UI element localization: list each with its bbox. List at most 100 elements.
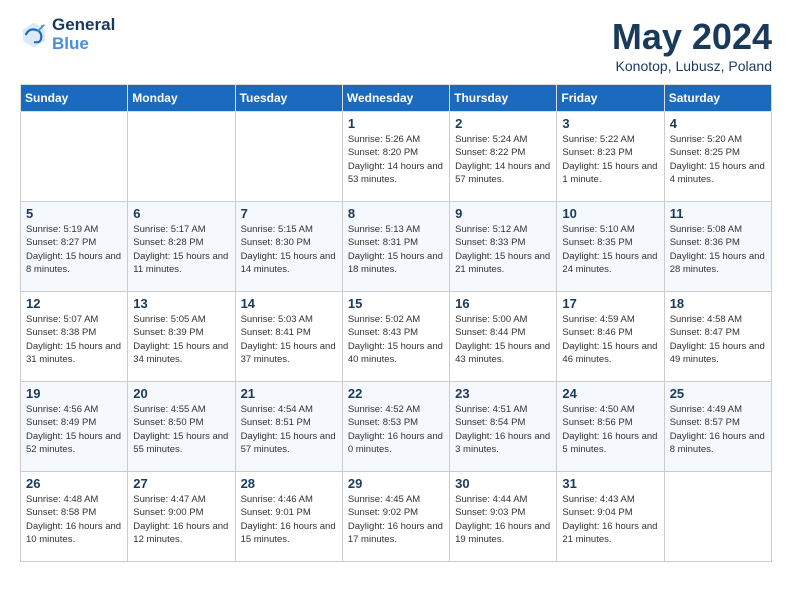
day-info: Sunrise: 4:43 AM Sunset: 9:04 PM Dayligh…: [562, 493, 658, 546]
calendar-day-cell: 17 Sunrise: 4:59 AM Sunset: 8:46 PM Dayli…: [557, 292, 664, 382]
day-number: 11: [670, 206, 766, 221]
calendar-day-cell: 16Sunrise: 5:00 AM Sunset: 8:44 PM Dayli…: [450, 292, 557, 382]
calendar-day-cell: 18 Sunrise: 4:58 AM Sunset: 8:47 PM Dayli…: [664, 292, 771, 382]
header: General Blue May 2024 Konotop, Lubusz, P…: [20, 16, 772, 74]
calendar-day-cell: [235, 112, 342, 202]
day-of-week-header: Monday: [128, 85, 235, 112]
calendar-day-cell: 6Sunrise: 5:17 AM Sunset: 8:28 PM Daylig…: [128, 202, 235, 292]
day-number: 25: [670, 386, 766, 401]
calendar-day-cell: 12 Sunrise: 5:07 AM Sunset: 8:38 PM Dayli…: [21, 292, 128, 382]
day-info: Sunrise: 4:45 AM Sunset: 9:02 PM Dayligh…: [348, 493, 444, 546]
calendar-day-cell: 11 Sunrise: 5:08 AM Sunset: 8:36 PM Dayli…: [664, 202, 771, 292]
calendar-table: SundayMondayTuesdayWednesdayThursdayFrid…: [20, 84, 772, 562]
day-info: Sunrise: 4:56 AM Sunset: 8:49 PM Dayligh…: [26, 403, 122, 456]
day-info: Sunrise: 5:07 AM Sunset: 8:38 PM Dayligh…: [26, 313, 122, 366]
calendar-day-cell: [128, 112, 235, 202]
calendar-day-cell: 9Sunrise: 5:12 AM Sunset: 8:33 PM Daylig…: [450, 202, 557, 292]
page: General Blue May 2024 Konotop, Lubusz, P…: [0, 0, 792, 578]
day-of-week-header: Friday: [557, 85, 664, 112]
day-number: 27: [133, 476, 229, 491]
day-number: 31: [562, 476, 658, 491]
calendar-day-cell: 3 Sunrise: 5:22 AM Sunset: 8:23 PM Daylig…: [557, 112, 664, 202]
day-info: Sunrise: 5:08 AM Sunset: 8:36 PM Dayligh…: [670, 223, 766, 276]
calendar-day-cell: 24Sunrise: 4:50 AM Sunset: 8:56 PM Dayli…: [557, 382, 664, 472]
day-info: Sunrise: 5:24 AM Sunset: 8:22 PM Dayligh…: [455, 133, 551, 186]
day-info: Sunrise: 4:46 AM Sunset: 9:01 PM Dayligh…: [241, 493, 337, 546]
calendar-day-cell: 23 Sunrise: 4:51 AM Sunset: 8:54 PM Dayli…: [450, 382, 557, 472]
day-number: 26: [26, 476, 122, 491]
day-of-week-header: Tuesday: [235, 85, 342, 112]
day-info: Sunrise: 5:13 AM Sunset: 8:31 PM Dayligh…: [348, 223, 444, 276]
calendar-day-cell: 13Sunrise: 5:05 AM Sunset: 8:39 PM Dayli…: [128, 292, 235, 382]
calendar-day-cell: 28 Sunrise: 4:46 AM Sunset: 9:01 PM Dayli…: [235, 472, 342, 562]
day-of-week-header: Saturday: [664, 85, 771, 112]
day-info: Sunrise: 4:48 AM Sunset: 8:58 PM Dayligh…: [26, 493, 122, 546]
day-of-week-header: Wednesday: [342, 85, 449, 112]
day-number: 20: [133, 386, 229, 401]
day-number: 18: [670, 296, 766, 311]
calendar-day-cell: 15 Sunrise: 5:02 AM Sunset: 8:43 PM Dayli…: [342, 292, 449, 382]
calendar-day-cell: 31 Sunrise: 4:43 AM Sunset: 9:04 PM Dayli…: [557, 472, 664, 562]
day-number: 2: [455, 116, 551, 131]
day-info: Sunrise: 4:47 AM Sunset: 9:00 PM Dayligh…: [133, 493, 229, 546]
calendar-day-cell: 21 Sunrise: 4:54 AM Sunset: 8:51 PM Dayli…: [235, 382, 342, 472]
day-number: 3: [562, 116, 658, 131]
day-number: 15: [348, 296, 444, 311]
day-number: 8: [348, 206, 444, 221]
calendar-day-cell: 25 Sunrise: 4:49 AM Sunset: 8:57 PM Dayli…: [664, 382, 771, 472]
calendar-day-cell: [664, 472, 771, 562]
day-number: 1: [348, 116, 444, 131]
day-info: Sunrise: 4:54 AM Sunset: 8:51 PM Dayligh…: [241, 403, 337, 456]
day-info: Sunrise: 5:22 AM Sunset: 8:23 PM Dayligh…: [562, 133, 658, 186]
calendar-day-cell: 26 Sunrise: 4:48 AM Sunset: 8:58 PM Dayli…: [21, 472, 128, 562]
days-of-week-row: SundayMondayTuesdayWednesdayThursdayFrid…: [21, 85, 772, 112]
calendar-day-cell: 29Sunrise: 4:45 AM Sunset: 9:02 PM Dayli…: [342, 472, 449, 562]
day-info: Sunrise: 5:15 AM Sunset: 8:30 PM Dayligh…: [241, 223, 337, 276]
day-number: 16: [455, 296, 551, 311]
day-number: 5: [26, 206, 122, 221]
day-number: 23: [455, 386, 551, 401]
calendar-day-cell: 7Sunrise: 5:15 AM Sunset: 8:30 PM Daylig…: [235, 202, 342, 292]
day-info: Sunrise: 5:10 AM Sunset: 8:35 PM Dayligh…: [562, 223, 658, 276]
calendar-day-cell: 14 Sunrise: 5:03 AM Sunset: 8:41 PM Dayli…: [235, 292, 342, 382]
day-info: Sunrise: 4:50 AM Sunset: 8:56 PM Dayligh…: [562, 403, 658, 456]
day-info: Sunrise: 5:03 AM Sunset: 8:41 PM Dayligh…: [241, 313, 337, 366]
day-info: Sunrise: 4:52 AM Sunset: 8:53 PM Dayligh…: [348, 403, 444, 456]
day-number: 6: [133, 206, 229, 221]
day-number: 28: [241, 476, 337, 491]
calendar-day-cell: 1 Sunrise: 5:26 AM Sunset: 8:20 PM Daylig…: [342, 112, 449, 202]
logo: General Blue: [20, 16, 115, 53]
calendar-day-cell: 19 Sunrise: 4:56 AM Sunset: 8:49 PM Dayli…: [21, 382, 128, 472]
logo-icon: [20, 21, 48, 49]
day-of-week-header: Thursday: [450, 85, 557, 112]
calendar-week-row: 1 Sunrise: 5:26 AM Sunset: 8:20 PM Daylig…: [21, 112, 772, 202]
calendar-day-cell: 27 Sunrise: 4:47 AM Sunset: 9:00 PM Dayli…: [128, 472, 235, 562]
day-info: Sunrise: 5:02 AM Sunset: 8:43 PM Dayligh…: [348, 313, 444, 366]
day-info: Sunrise: 4:59 AM Sunset: 8:46 PM Dayligh…: [562, 313, 658, 366]
title-block: May 2024 Konotop, Lubusz, Poland: [612, 16, 772, 74]
calendar-day-cell: 30Sunrise: 4:44 AM Sunset: 9:03 PM Dayli…: [450, 472, 557, 562]
day-info: Sunrise: 4:49 AM Sunset: 8:57 PM Dayligh…: [670, 403, 766, 456]
day-number: 17: [562, 296, 658, 311]
day-info: Sunrise: 5:12 AM Sunset: 8:33 PM Dayligh…: [455, 223, 551, 276]
day-number: 10: [562, 206, 658, 221]
day-info: Sunrise: 5:19 AM Sunset: 8:27 PM Dayligh…: [26, 223, 122, 276]
day-number: 21: [241, 386, 337, 401]
logo-text: General Blue: [52, 16, 115, 53]
day-info: Sunrise: 4:58 AM Sunset: 8:47 PM Dayligh…: [670, 313, 766, 366]
day-info: Sunrise: 4:55 AM Sunset: 8:50 PM Dayligh…: [133, 403, 229, 456]
day-number: 19: [26, 386, 122, 401]
day-number: 30: [455, 476, 551, 491]
calendar-week-row: 5 Sunrise: 5:19 AM Sunset: 8:27 PM Daylig…: [21, 202, 772, 292]
day-number: 13: [133, 296, 229, 311]
day-number: 22: [348, 386, 444, 401]
day-of-week-header: Sunday: [21, 85, 128, 112]
day-number: 14: [241, 296, 337, 311]
day-number: 4: [670, 116, 766, 131]
day-info: Sunrise: 4:51 AM Sunset: 8:54 PM Dayligh…: [455, 403, 551, 456]
calendar-day-cell: 5 Sunrise: 5:19 AM Sunset: 8:27 PM Daylig…: [21, 202, 128, 292]
day-number: 12: [26, 296, 122, 311]
day-info: Sunrise: 5:26 AM Sunset: 8:20 PM Dayligh…: [348, 133, 444, 186]
location: Konotop, Lubusz, Poland: [612, 58, 772, 74]
calendar-day-cell: 22 Sunrise: 4:52 AM Sunset: 8:53 PM Dayli…: [342, 382, 449, 472]
